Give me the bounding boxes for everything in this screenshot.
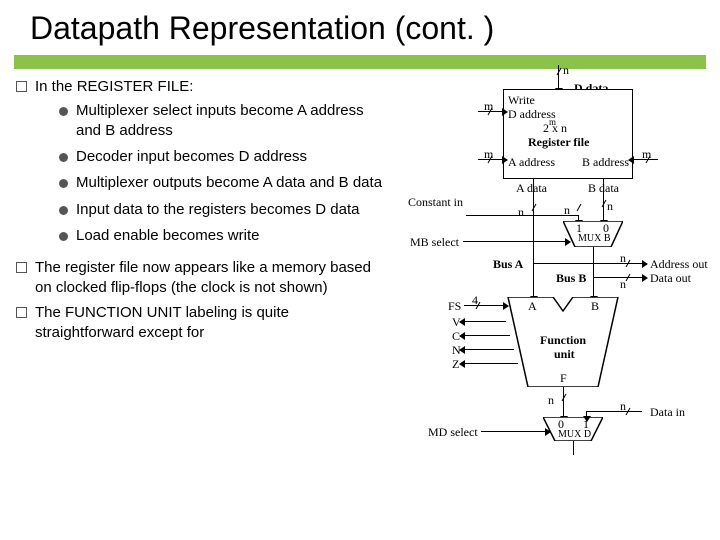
label-unit: unit	[554, 347, 575, 362]
wire	[586, 411, 642, 412]
wire	[464, 363, 518, 364]
circle-bullet-icon	[59, 153, 68, 162]
bullet-text: Multiplexer select inputs become A addre…	[76, 101, 388, 142]
label-n: n	[620, 277, 626, 292]
label-4: 4	[472, 293, 478, 308]
content-row: In the REGISTER FILE: Multiplexer select…	[0, 69, 720, 348]
label-a-data: A data	[516, 181, 547, 196]
label-write: Write	[508, 93, 535, 108]
label-b-address: B address	[582, 155, 629, 170]
label-fs: FS	[448, 299, 461, 314]
list-item: Load enable becomes write	[59, 226, 388, 246]
wire	[593, 247, 594, 297]
label-reg-sup: m	[549, 117, 556, 127]
circle-bullet-icon	[59, 206, 68, 215]
label-f-port: F	[560, 371, 567, 386]
label-n: n	[563, 63, 569, 78]
wire	[463, 241, 566, 242]
circle-bullet-icon	[59, 107, 68, 116]
wire	[586, 411, 587, 417]
label-m: m	[484, 99, 493, 114]
label-bus-a: Bus A	[493, 257, 523, 272]
wire	[563, 387, 564, 417]
label-register-file: Register file	[528, 135, 589, 150]
page-title: Datapath Representation (cont. )	[0, 0, 720, 51]
wire	[603, 179, 604, 221]
bullet-text: Input data to the registers becomes D da…	[76, 200, 360, 220]
wire	[464, 305, 504, 306]
label-mb-select: MB select	[410, 235, 459, 250]
label-data-in: Data in	[650, 405, 685, 420]
heading-text: In the REGISTER FILE:	[35, 77, 388, 97]
label-n: n	[607, 199, 613, 214]
paragraph-text: The register file now appears like a mem…	[35, 258, 388, 297]
wire	[481, 431, 546, 432]
square-bullet-icon	[16, 262, 27, 273]
paragraph-text: The FUNCTION UNIT labeling is quite stra…	[35, 303, 388, 342]
label-n: n	[620, 399, 626, 414]
square-bullet-icon	[16, 307, 27, 318]
square-bullet-icon	[16, 81, 27, 92]
accent-bar	[14, 55, 706, 69]
list-item: The FUNCTION UNIT labeling is quite stra…	[14, 303, 388, 342]
list-item: Input data to the registers becomes D da…	[59, 200, 388, 220]
bullet-text: Multiplexer outputs become A data and B …	[76, 173, 382, 193]
list-item: The register file now appears like a mem…	[14, 258, 388, 297]
circle-bullet-icon	[59, 232, 68, 241]
label-m: m	[642, 147, 651, 162]
diagram: n D data Write D address 2 x n m Registe…	[388, 77, 708, 348]
label-md-select: MD select	[428, 425, 478, 440]
label-address-out: Address out	[650, 257, 708, 272]
label-a-port: A	[528, 299, 537, 314]
list-item: In the REGISTER FILE: Multiplexer select…	[14, 77, 388, 252]
label-a-address: A address	[508, 155, 555, 170]
wire	[464, 321, 506, 322]
wire-arrow	[633, 159, 634, 160]
wire	[464, 335, 510, 336]
wire	[593, 277, 643, 278]
label-data-out: Data out	[650, 271, 691, 286]
label-b-port: B	[591, 299, 599, 314]
list-item: Decoder input becomes D address	[59, 147, 388, 167]
wire	[533, 215, 534, 297]
label-n: n	[518, 205, 524, 220]
list-item: Multiplexer select inputs become A addre…	[59, 101, 388, 142]
label-n: n	[620, 251, 626, 266]
wire	[573, 441, 574, 455]
label-mux-b: MUX B	[578, 233, 611, 244]
bus-slash-icon	[577, 204, 582, 211]
label-n: n	[548, 393, 554, 408]
label-m: m	[484, 147, 493, 162]
list-item: Multiplexer outputs become A data and B …	[59, 173, 388, 193]
wire	[466, 215, 578, 216]
bullet-text: Load enable becomes write	[76, 226, 259, 246]
label-function: Function	[540, 333, 586, 348]
wire	[464, 349, 514, 350]
bullet-text: Decoder input becomes D address	[76, 147, 307, 167]
label-constant-in: Constant in	[408, 195, 463, 210]
circle-bullet-icon	[59, 179, 68, 188]
label-bus-b: Bus B	[556, 271, 586, 286]
left-column: In the REGISTER FILE: Multiplexer select…	[14, 77, 388, 348]
label-mux-d: MUX D	[558, 429, 591, 440]
